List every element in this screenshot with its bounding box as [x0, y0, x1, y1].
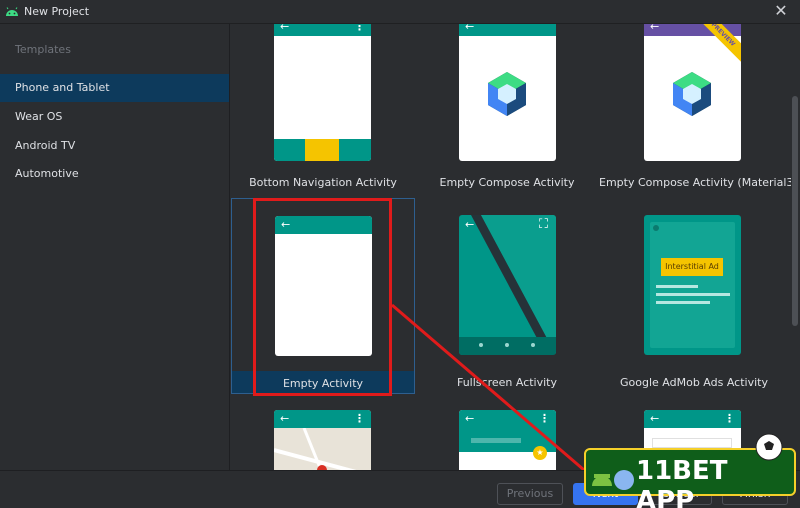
annotation-arrow	[391, 303, 604, 488]
watermark-logo: 11BET APP	[584, 433, 796, 508]
android-apple-logo-icon	[592, 470, 634, 490]
soccer-ball-icon	[755, 433, 783, 461]
previous-button[interactable]: Previous	[497, 483, 563, 505]
watermark-text: 11BET APP	[636, 456, 728, 508]
